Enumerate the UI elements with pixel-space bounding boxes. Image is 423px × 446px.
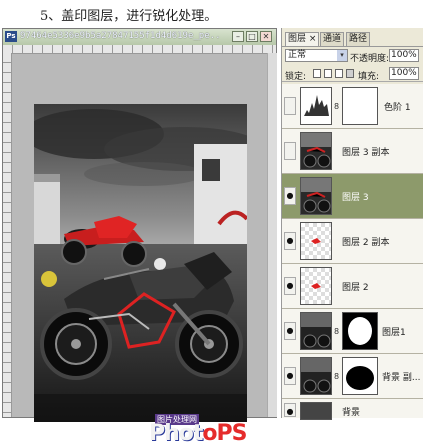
layer-row-layer3[interactable]: ● 图层 3 xyxy=(282,174,423,219)
layer-thumbnail xyxy=(300,267,332,305)
eye-icon[interactable]: ● xyxy=(284,277,296,295)
close-icon[interactable]: ✕ xyxy=(260,31,272,42)
motorcycle-photo xyxy=(34,104,247,422)
opacity-input[interactable]: 100% xyxy=(389,49,419,62)
layer-thumbnail xyxy=(300,312,332,350)
layer-row-layer3-copy[interactable]: 图层 3 副本 xyxy=(282,129,423,174)
levels-icon xyxy=(300,87,332,125)
tab-layers[interactable]: 图层 × xyxy=(285,32,320,46)
blend-row: 正常 ▾ 不透明度: 100% xyxy=(282,48,423,64)
horizontal-ruler[interactable] xyxy=(3,45,276,54)
watermark-part2: oPS xyxy=(202,421,247,446)
tab-channels[interactable]: 通道 xyxy=(320,32,345,46)
fill-input[interactable]: 100% xyxy=(389,67,419,80)
layers-panel: 图层 × 通道 路径 正常 ▾ 不透明度: 100% 锁定: 填充: 100% … xyxy=(281,28,423,420)
layer-mask-thumb[interactable] xyxy=(342,312,378,350)
transparent-thumb xyxy=(311,283,321,289)
close-icon[interactable]: × xyxy=(309,34,317,44)
histogram-icon xyxy=(304,95,329,116)
layer-name: 图层 3 xyxy=(342,193,369,203)
layer-name: 图层 2 副本 xyxy=(342,238,390,248)
lock-row: 锁定: 填充: 100% xyxy=(282,67,423,82)
vertical-ruler[interactable] xyxy=(3,53,12,417)
eye-icon[interactable]: ● xyxy=(284,187,296,205)
link-icon[interactable]: 8 xyxy=(334,372,340,382)
tutorial-caption: 5、盖印图层，进行锐化处理。 xyxy=(0,0,423,28)
layer-thumbnail xyxy=(300,177,332,215)
minimize-icon[interactable]: – xyxy=(232,31,244,42)
mask-thumb xyxy=(346,366,374,390)
layer-mask-thumb[interactable] xyxy=(342,87,378,125)
photo-thumb xyxy=(301,313,331,349)
link-icon[interactable]: 8 xyxy=(334,327,340,337)
layer-thumbnail xyxy=(300,222,332,260)
layer-name: 图层 3 副本 xyxy=(342,148,390,158)
opacity-label: 不透明度: xyxy=(350,54,390,64)
chevron-down-icon: ▾ xyxy=(337,50,347,61)
eye-icon[interactable]: ● xyxy=(284,403,296,417)
lock-image-icon[interactable] xyxy=(324,69,332,78)
layer-row-layer1[interactable]: ● 8 图层1 xyxy=(282,309,423,354)
watermark-logo: PhotoPS xyxy=(149,421,248,446)
link-icon[interactable]: 8 xyxy=(334,102,340,112)
eye-icon[interactable]: ● xyxy=(284,232,296,250)
eye-icon[interactable]: ● xyxy=(284,322,296,340)
layer-name: 背景 xyxy=(342,408,361,418)
tab-layers-label: 图层 xyxy=(288,34,307,44)
photo-thumb xyxy=(301,133,331,169)
layer-row-bg-copy[interactable]: ● 8 背景 副... xyxy=(282,354,423,399)
photoshop-icon: Ps xyxy=(5,31,17,42)
visibility-toggle[interactable] xyxy=(284,97,296,115)
layer-name: 背景 副... xyxy=(382,373,421,383)
photo-thumb xyxy=(301,178,331,214)
visibility-toggle[interactable] xyxy=(284,142,296,160)
layer-row-background[interactable]: ● 背景 xyxy=(282,399,423,420)
layer-thumbnail xyxy=(300,357,332,395)
document-titlebar[interactable]: Ps 97464e5336e9b5a27847155f1d4d619e_pe..… xyxy=(3,29,276,46)
layer-thumbnail xyxy=(300,132,332,170)
tab-paths[interactable]: 路径 xyxy=(346,32,371,46)
blend-mode-value: 正常 xyxy=(288,50,307,60)
document-scrollbar[interactable] xyxy=(267,53,277,417)
panel-tabs: 图层 × 通道 路径 xyxy=(282,32,423,47)
lock-transparency-icon[interactable] xyxy=(313,69,321,78)
layer-name: 色阶 1 xyxy=(384,103,411,113)
lock-position-icon[interactable] xyxy=(335,69,343,78)
mask-thumb xyxy=(348,317,372,345)
maximize-icon[interactable]: □ xyxy=(246,31,258,42)
eye-icon[interactable]: ● xyxy=(284,367,296,385)
document-window: Ps 97464e5336e9b5a27847155f1d4d619e_pe..… xyxy=(2,28,277,446)
layer-mask-thumb[interactable] xyxy=(342,357,378,395)
transparent-thumb xyxy=(311,238,321,244)
layer-row-layer2[interactable]: ● 图层 2 xyxy=(282,264,423,309)
document-canvas[interactable] xyxy=(34,104,247,422)
layer-row-layer2-copy[interactable]: ● 图层 2 副本 xyxy=(282,219,423,264)
document-title: 97464e5336e9b5a27847155f1d4d619e_pe... xyxy=(20,31,220,41)
blend-mode-select[interactable]: 正常 ▾ xyxy=(285,49,348,62)
caption-text: 5、盖印图层，进行锐化处理。 xyxy=(40,9,218,24)
layer-row-levels[interactable]: 8 色阶 1 xyxy=(282,84,423,129)
layer-thumbnail xyxy=(300,402,332,420)
watermark-part1: Phot xyxy=(149,421,203,446)
photo-thumb xyxy=(301,358,331,394)
lock-all-icon[interactable] xyxy=(346,69,354,78)
layer-name: 图层 2 xyxy=(342,283,369,293)
lock-label: 锁定: xyxy=(285,72,307,82)
layer-name: 图层1 xyxy=(382,328,406,338)
fill-label: 填充: xyxy=(358,72,380,82)
